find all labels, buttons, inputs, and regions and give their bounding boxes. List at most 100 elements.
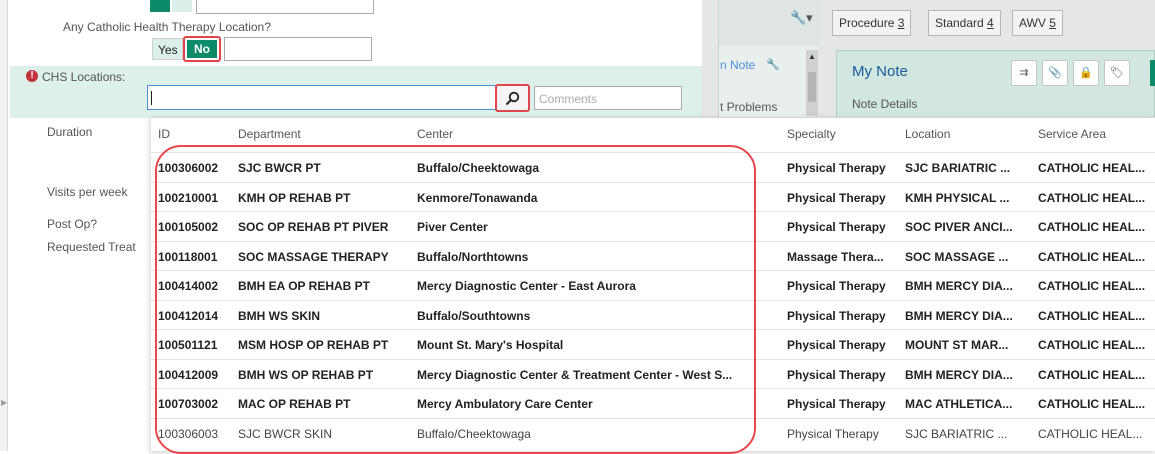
cell-specialty: Physical Therapy [787,220,886,234]
cell-service-area: CATHOLIC HEAL... [1038,309,1146,323]
table-row[interactable]: 100306003 SJC BWCR SKIN Buffalo/Cheektowag… [150,418,1155,446]
cell-service-area: CATHOLIC HEAL... [1038,397,1146,411]
table-row[interactable]: 100703002 MAC OP REHAB PT Mercy Ambulatory… [150,388,1155,416]
location-search-button[interactable] [495,84,530,112]
search-icon [505,91,520,106]
column-header-service-area[interactable]: Service Area [1038,127,1106,141]
cell-center: Buffalo/Northtowns [417,250,529,264]
cell-department: BMH WS SKIN [238,309,320,323]
awv-button-label: AWV [1019,16,1050,30]
cell-department: MSM HOSP OP REHAB PT [238,338,389,352]
standard-button-label: Standard [935,16,988,30]
cell-location: SOC PIVER ANCI... [905,220,1013,234]
cell-location: SJC BARIATRIC ... [905,427,1008,441]
cell-center: Mercy Diagnostic Center & Treatment Cent… [417,368,733,382]
required-alert-icon: ! [26,70,38,82]
table-row[interactable]: 100412009 BMH WS OP REHAB PT Mercy Diagnos… [150,359,1155,387]
cell-location: KMH PHYSICAL ... [905,191,1010,205]
wrench-menu-icon[interactable]: 🔧▾ [790,10,813,26]
sidebar-scrollbar[interactable]: ▲ [806,50,818,116]
cell-specialty: Physical Therapy [787,397,886,411]
attachment-icon[interactable]: 📎 [1042,60,1068,86]
scroll-up-icon[interactable]: ▲ [808,52,816,61]
prev-toggle-selected[interactable] [150,0,170,12]
chs-locations-label: CHS Locations: [42,70,126,84]
cell-specialty: Physical Therapy [787,279,886,293]
expand-arrow-icon[interactable]: ▶ [1,398,7,407]
cell-department: SOC MASSAGE THERAPY [238,250,389,264]
column-header-department[interactable]: Department [238,127,301,141]
question-comment-field[interactable] [224,37,372,61]
cell-id: 100703002 [158,397,219,411]
cell-id: 100412014 [158,309,219,323]
cell-id: 100105002 [158,220,219,234]
note-tab-wrench-icon[interactable]: 🔧 [766,58,780,71]
procedure-count: 3 [897,16,905,30]
cell-service-area: CATHOLIC HEAL... [1038,427,1143,441]
cell-location: BMH MERCY DIA... [905,279,1013,293]
cell-service-area: CATHOLIC HEAL... [1038,338,1146,352]
cell-id: 100306003 [158,427,219,441]
cell-service-area: CATHOLIC HEAL... [1038,279,1146,293]
chs-locations-input[interactable] [147,85,497,110]
standard-button[interactable]: Standard 4 [928,10,1001,36]
procedure-button-label: Procedure [839,16,898,30]
table-row[interactable]: 100105002 SOC OP REHAB PT PIVER Piver Cent… [150,211,1155,239]
table-row[interactable]: 100412014 BMH WS SKIN Buffalo/Southtowns Ph… [150,300,1155,328]
cell-center: Buffalo/Cheektowaga [417,161,540,175]
no-button[interactable]: No [183,36,221,62]
cell-location: SOC MASSAGE ... [905,250,1009,264]
cell-department: SJC BWCR PT [238,161,321,175]
cell-specialty: Physical Therapy [787,191,886,205]
cell-specialty: Physical Therapy [787,368,886,382]
cell-specialty: Physical Therapy [787,161,886,175]
table-row[interactable]: 100306002 SJC BWCR PT Buffalo/Cheektowaga P… [150,152,1155,180]
column-header-location[interactable]: Location [905,127,950,141]
cell-id: 100414002 [158,279,219,293]
comments-field[interactable]: Comments [534,86,682,110]
table-row[interactable]: 100414002 BMH EA OP REHAB PT Mercy Diagnos… [150,270,1155,298]
lock-icon[interactable]: 🔒 [1073,60,1099,86]
cell-specialty: Physical Therapy [787,427,879,441]
table-row[interactable]: 100501121 MSM HOSP OP REHAB PT Mount St. M… [150,329,1155,357]
cell-center: Buffalo/Cheektowaga [417,427,531,441]
scrollbar-thumb[interactable] [808,72,816,102]
cell-department: BMH EA OP REHAB PT [238,279,371,293]
cell-center: Mercy Diagnostic Center - East Aurora [417,279,636,293]
problems-label[interactable]: t Problems [720,100,777,114]
tag-icon[interactable]: 🏷 [1104,60,1130,86]
visits-per-week-label: Visits per week [47,185,128,199]
sign-button-edge[interactable] [1150,60,1155,86]
note-details-label[interactable]: Note Details [852,97,917,111]
cell-id: 100118001 [158,250,218,264]
share-icon[interactable]: ⇉ [1011,60,1037,86]
cell-service-area: CATHOLIC HEAL... [1038,191,1146,205]
cell-id: 100501121 [158,338,218,352]
post-op-label: Post Op? [47,217,98,231]
no-button-label: No [187,40,217,58]
prev-comment-field[interactable] [196,0,374,14]
column-header-center[interactable]: Center [417,127,453,141]
my-note-title: My Note [852,63,908,80]
text-caret [151,91,152,105]
procedure-button[interactable]: Procedure 3 [832,10,912,36]
awv-count: 5 [1049,16,1056,30]
left-collapse-strip[interactable]: ▶ [0,0,8,451]
cell-department: SOC OP REHAB PT PIVER [238,220,389,234]
cell-location: SJC BARIATRIC ... [905,161,1011,175]
cell-location: MAC ATHLETICA... [905,397,1013,411]
cell-specialty: Physical Therapy [787,309,886,323]
cell-id: 100412009 [158,368,219,382]
column-header-specialty[interactable]: Specialty [787,127,836,141]
note-tab-label[interactable]: n Note [720,58,755,72]
awv-button[interactable]: AWV 5 [1012,10,1063,36]
table-row[interactable]: 100118001 SOC MASSAGE THERAPY Buffalo/Nort… [150,241,1155,269]
cell-center: Piver Center [417,220,488,234]
prev-toggle-option[interactable] [172,0,192,12]
table-row[interactable]: 100210001 KMH OP REHAB PT Kenmore/Tonawand… [150,182,1155,210]
cell-center: Kenmore/Tonawanda [417,191,538,205]
previous-field-strip [150,0,375,14]
column-header-id[interactable]: ID [158,127,170,141]
cell-department: KMH OP REHAB PT [238,191,351,205]
yes-button[interactable]: Yes [152,38,183,60]
